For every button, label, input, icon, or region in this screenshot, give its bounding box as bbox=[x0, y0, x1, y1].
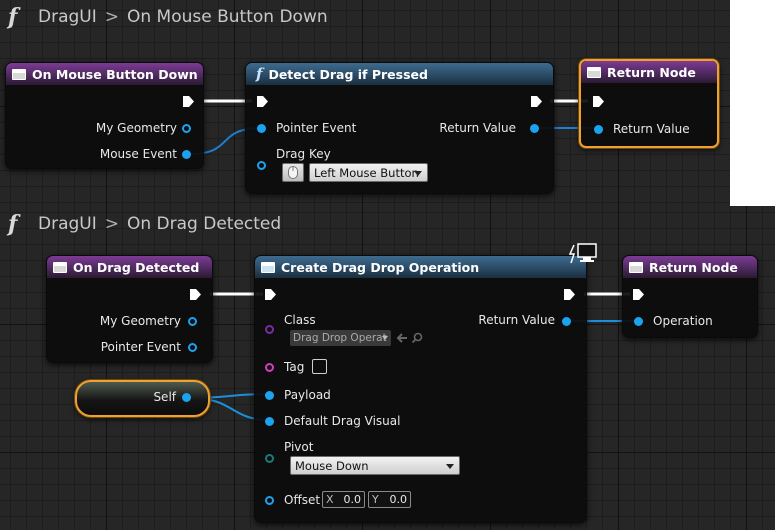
event-node-on-mouse-button-down[interactable]: On Mouse Button Down My Geometry Mouse E… bbox=[5, 62, 204, 169]
class-value: Drag Drop Operat bbox=[293, 332, 387, 344]
pin-label-my-geometry: My Geometry bbox=[95, 121, 177, 135]
drag-key-value: Left Mouse Button bbox=[314, 165, 419, 180]
pivot-value: Mouse Down bbox=[295, 458, 369, 473]
pin-label-return-value: Return Value bbox=[613, 122, 690, 136]
node-title: On Drag Detected bbox=[73, 259, 200, 275]
event-icon bbox=[12, 68, 26, 80]
function-icon: f bbox=[256, 65, 263, 83]
pivot-dropdown[interactable]: Mouse Down bbox=[290, 456, 460, 475]
chevron-down-icon bbox=[382, 336, 388, 340]
pin-label-tag: Tag bbox=[284, 360, 305, 374]
search-icon[interactable] bbox=[411, 332, 423, 344]
pin-return-value[interactable] bbox=[594, 125, 603, 134]
pin-label-offset: Offset bbox=[284, 493, 321, 507]
offset-x-field[interactable]: X 0.0 bbox=[322, 491, 365, 508]
pin-label-my-geometry: My Geometry bbox=[99, 314, 181, 328]
mouse-icon bbox=[288, 166, 298, 179]
pin-label-return-value: Return Value bbox=[439, 121, 516, 135]
pin-return-value[interactable] bbox=[562, 317, 571, 326]
pin-payload[interactable] bbox=[265, 391, 274, 400]
offset-y-axis: Y bbox=[372, 493, 379, 506]
pin-label-drag-key: Drag Key bbox=[276, 147, 331, 161]
pin-return-value[interactable] bbox=[530, 124, 539, 133]
exec-pin-icon[interactable] bbox=[256, 95, 269, 108]
pin-label-pointer-event: Pointer Event bbox=[100, 340, 181, 354]
pin-default-drag-visual[interactable] bbox=[265, 417, 274, 426]
node-header: f Detect Drag if Pressed bbox=[246, 63, 553, 85]
network-icon bbox=[569, 243, 597, 264]
pin-label-default-drag-visual: Default Drag Visual bbox=[284, 414, 401, 428]
node-header: Create Drag Drop Operation bbox=[255, 256, 586, 278]
pin-pointer-event[interactable] bbox=[188, 343, 197, 352]
node-header: On Drag Detected bbox=[47, 256, 212, 278]
node-title: On Mouse Button Down bbox=[32, 66, 198, 82]
event-icon bbox=[629, 261, 643, 273]
node-title: Return Node bbox=[649, 259, 738, 275]
exec-pin-icon[interactable] bbox=[563, 288, 576, 301]
pin-label-mouse-event: Mouse Event bbox=[99, 147, 177, 161]
node-title: Detect Drag if Pressed bbox=[268, 66, 428, 82]
function-node-create-drag-drop-operation[interactable]: Create Drag Drop Operation Class Drag Dr… bbox=[254, 243, 597, 523]
chevron-down-icon bbox=[414, 171, 422, 176]
node-header: Return Node bbox=[623, 256, 757, 278]
pin-label-class: Class bbox=[284, 313, 316, 327]
node-title: Create Drag Drop Operation bbox=[281, 259, 480, 275]
event-node-on-drag-detected[interactable]: On Drag Detected My Geometry Pointer Eve… bbox=[46, 255, 213, 363]
exec-pin-icon[interactable] bbox=[632, 288, 645, 301]
pin-label-operation: Operation bbox=[653, 314, 713, 328]
graph-panel-drag-detected[interactable]: f DragUI > On Drag Detected On Drag Dete… bbox=[0, 206, 775, 530]
node-title: Return Node bbox=[607, 64, 696, 80]
exec-pin-icon[interactable] bbox=[592, 95, 605, 108]
pin-drag-key[interactable] bbox=[257, 161, 266, 170]
function-icon bbox=[261, 261, 275, 273]
pin-offset[interactable] bbox=[265, 496, 274, 505]
node-header: On Mouse Button Down bbox=[6, 63, 203, 85]
key-selector-button[interactable] bbox=[282, 163, 304, 182]
pin-pointer-event[interactable] bbox=[257, 124, 266, 133]
drag-key-dropdown[interactable]: Left Mouse Button bbox=[309, 163, 428, 182]
pin-tag[interactable] bbox=[265, 363, 274, 372]
pin-label-pivot: Pivot bbox=[284, 440, 314, 454]
pin-operation[interactable] bbox=[634, 317, 643, 326]
pin-self[interactable] bbox=[182, 393, 191, 402]
class-dropdown[interactable]: Drag Drop Operat bbox=[290, 330, 391, 346]
return-node[interactable]: Return Node Return Value bbox=[579, 59, 719, 148]
self-reference-node[interactable]: Self bbox=[75, 380, 210, 417]
offset-y-field[interactable]: Y 0.0 bbox=[368, 491, 411, 508]
exec-pin-icon[interactable] bbox=[182, 95, 195, 108]
offset-y-value: 0.0 bbox=[389, 493, 408, 506]
exec-pin-icon[interactable] bbox=[189, 288, 202, 301]
event-icon bbox=[587, 66, 601, 78]
pin-pivot[interactable] bbox=[265, 454, 274, 463]
self-label: Self bbox=[153, 390, 176, 404]
return-node[interactable]: Return Node Operation bbox=[622, 255, 758, 338]
graph-panel-mouse-button-down[interactable]: f DragUI > On Mouse Button Down On Mouse… bbox=[0, 0, 730, 206]
pin-label-payload: Payload bbox=[284, 388, 331, 402]
exec-pin-icon[interactable] bbox=[530, 95, 543, 108]
pin-label-pointer-event: Pointer Event bbox=[276, 121, 357, 135]
event-icon bbox=[53, 261, 67, 273]
node-header: Return Node bbox=[581, 61, 717, 83]
pin-mouse-event[interactable] bbox=[182, 150, 191, 159]
exec-pin-icon[interactable] bbox=[264, 288, 277, 301]
function-node-detect-drag-if-pressed[interactable]: f Detect Drag if Pressed Pointer Event R… bbox=[245, 62, 554, 194]
offset-x-value: 0.0 bbox=[343, 493, 362, 506]
pin-class[interactable] bbox=[265, 325, 274, 334]
pin-label-return-value: Return Value bbox=[478, 313, 555, 327]
arrow-left-icon[interactable] bbox=[396, 332, 408, 344]
pin-my-geometry[interactable] bbox=[182, 124, 191, 133]
chevron-down-icon bbox=[446, 464, 454, 469]
offset-x-axis: X bbox=[326, 493, 334, 506]
pin-my-geometry[interactable] bbox=[188, 317, 197, 326]
tag-field[interactable] bbox=[312, 359, 327, 374]
